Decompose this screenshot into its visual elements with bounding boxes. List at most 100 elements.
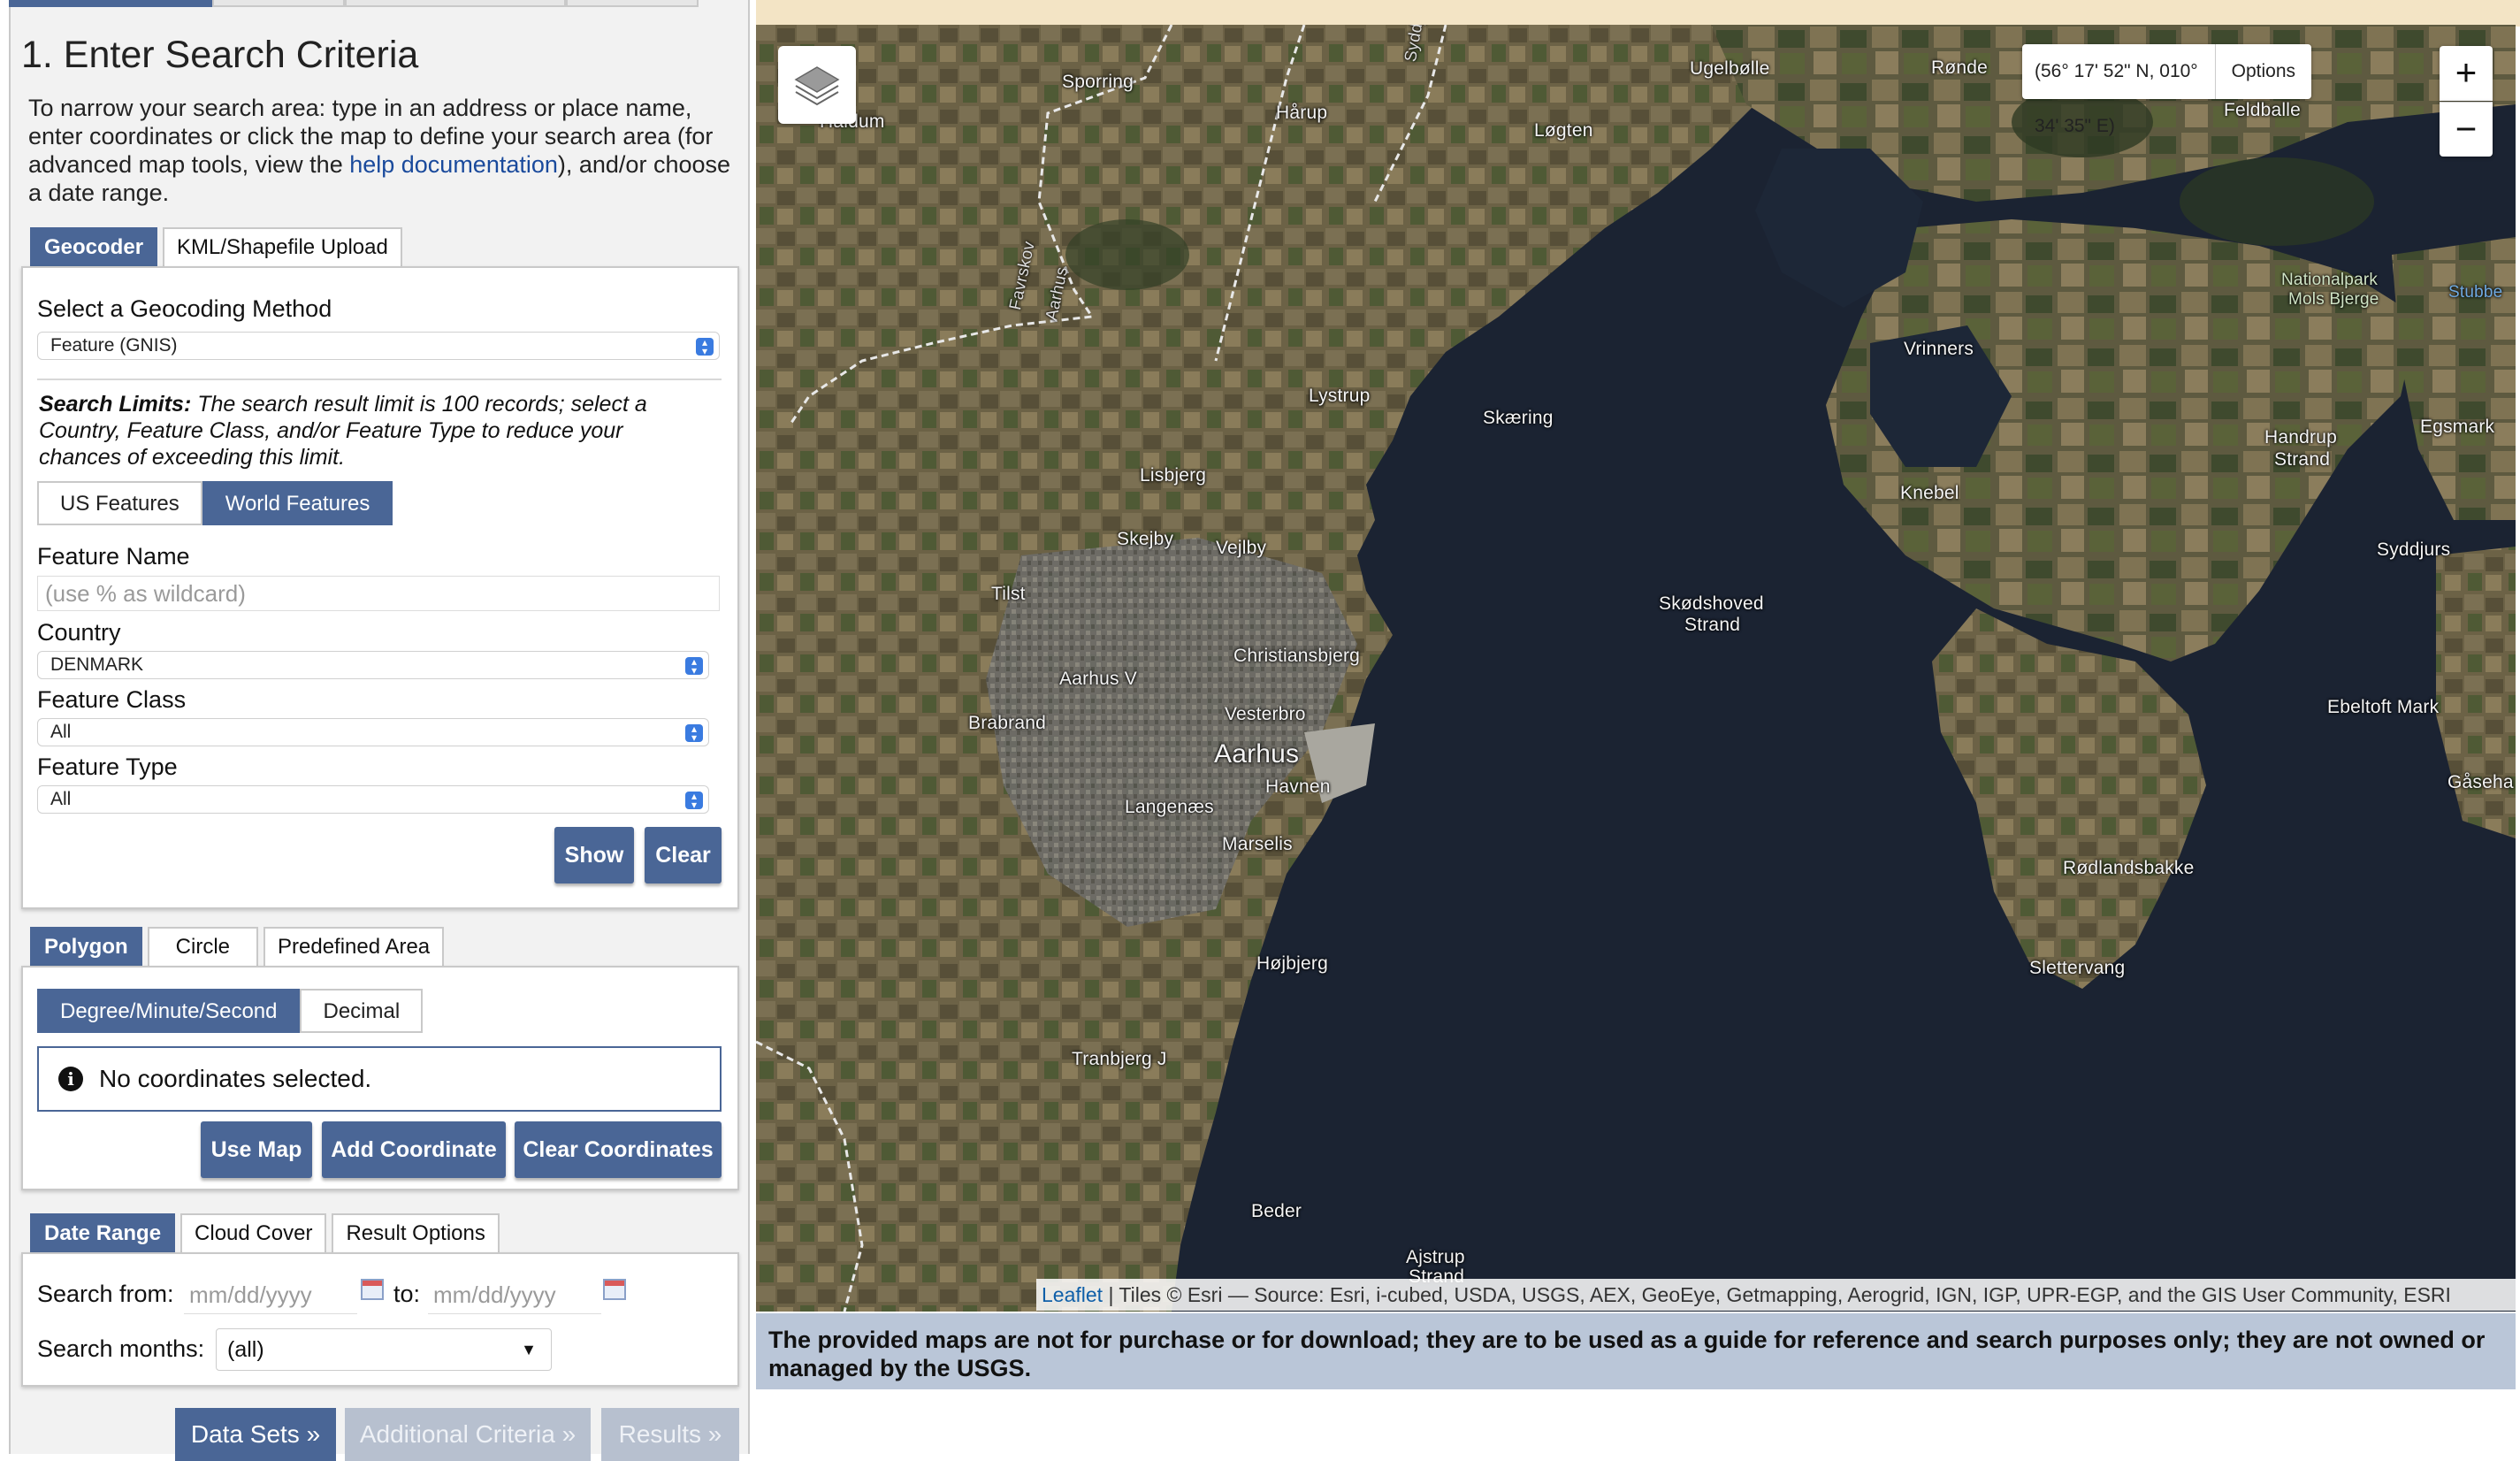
feature-class-select[interactable]: All ▴ ▾ <box>37 718 709 746</box>
geocoder-tabs: Geocoder KML/Shapefile Upload <box>30 227 402 266</box>
calendar-icon[interactable] <box>603 1279 626 1300</box>
tab-kml-shapefile-upload[interactable]: KML/Shapefile Upload <box>163 227 402 266</box>
geocoding-method-value: Feature (GNIS) <box>50 335 178 356</box>
clear-button[interactable]: Clear <box>645 827 722 883</box>
map-label: Vrinners <box>1904 339 1974 359</box>
tab-result-options[interactable]: Result Options <box>332 1213 500 1252</box>
map-label: Nationalpark <box>2281 271 2379 289</box>
clear-coordinates-button[interactable]: Clear Coordinates <box>515 1121 722 1178</box>
map-label: Brabrand <box>968 713 1046 733</box>
map-label: Stubbe <box>2448 283 2503 302</box>
tab-polygon[interactable]: Polygon <box>30 927 142 966</box>
search-months-select[interactable]: (all) ▼ <box>216 1328 552 1371</box>
feature-scope-toggle: US Features World Features <box>37 481 393 525</box>
zoom-out-button[interactable]: − <box>2440 102 2493 157</box>
tab-circle[interactable]: Circle <box>147 927 259 966</box>
map-label: Sporring <box>1062 72 1134 92</box>
map-view[interactable]: Sporring Syddjurs Ugelbølle Rønde Haldum… <box>756 25 2516 1312</box>
tab-cloud-cover[interactable]: Cloud Cover <box>180 1213 327 1252</box>
date-from-input[interactable]: mm/dd/yyyy <box>184 1275 357 1314</box>
map-label: Hårup <box>1276 103 1328 123</box>
date-to-input[interactable]: mm/dd/yyyy <box>428 1275 601 1314</box>
search-from-label: Search from: <box>37 1281 174 1307</box>
geocoding-method-label: Select a Geocoding Method <box>37 295 332 322</box>
layers-icon <box>794 66 840 106</box>
top-tab-strip <box>9 0 750 7</box>
tab-geocoder[interactable]: Geocoder <box>30 227 158 266</box>
attribution-text: | Tiles © Esri — Source: Esri, i-cubed, … <box>1103 1283 2451 1306</box>
map-label: Havnen <box>1265 776 1331 797</box>
map-label: Knebel <box>1900 483 1959 503</box>
search-limits-note: Search Limits: The search result limit i… <box>39 391 711 470</box>
coordinate-readout: (56° 17' 52" N, 010° 34' 35" E) <box>2022 44 2216 136</box>
degree-minute-second-button[interactable]: Degree/Minute/Second <box>37 989 301 1033</box>
to-label: to: <box>393 1281 421 1307</box>
map-label: Skejby <box>1117 529 1174 549</box>
map-label: Tilst <box>991 584 1026 604</box>
map-label: Feldballe <box>2224 100 2302 120</box>
select-arrows-icon: ▴ ▾ <box>685 723 703 743</box>
geocoding-method-select[interactable]: Feature (GNIS) ▴ ▾ <box>37 332 720 360</box>
map-label: Lystrup <box>1309 386 1371 406</box>
map-label: Slettervang <box>2029 958 2126 978</box>
map-label: Lisbjerg <box>1140 465 1207 486</box>
results-button[interactable]: Results » <box>601 1408 739 1461</box>
country-label: Country <box>37 619 121 646</box>
map-label: Syddjurs <box>2377 539 2451 560</box>
map-label: Christiansbjerg <box>1233 646 1361 666</box>
feature-class-value: All <box>50 722 72 742</box>
map-label: Vesterbro <box>1225 704 1306 724</box>
leaflet-link[interactable]: Leaflet <box>1042 1283 1103 1306</box>
tab-date-range[interactable]: Date Range <box>30 1213 176 1252</box>
search-months-label: Search months: <box>37 1335 205 1362</box>
calendar-icon[interactable] <box>361 1279 384 1300</box>
data-sets-button[interactable]: Data Sets » <box>175 1408 336 1461</box>
feature-type-label: Feature Type <box>37 753 178 780</box>
map-label: Gåseha <box>2447 772 2514 792</box>
top-tab-active[interactable] <box>9 0 212 7</box>
country-select[interactable]: DENMARK ▴ ▾ <box>37 651 709 679</box>
top-tab[interactable] <box>212 0 345 7</box>
map-label: Handrup <box>2264 427 2337 447</box>
top-tab[interactable] <box>566 0 699 7</box>
country-value: DENMARK <box>50 654 144 675</box>
intro-text: To narrow your search area: type in an a… <box>28 94 736 207</box>
map-attribution: Leaflet | Tiles © Esri — Source: Esri, i… <box>1036 1279 2516 1311</box>
layers-button[interactable] <box>778 46 856 124</box>
date-tabs: Date Range Cloud Cover Result Options <box>30 1213 500 1252</box>
decimal-button[interactable]: Decimal <box>300 989 424 1033</box>
feature-name-input[interactable]: (use % as wildcard) <box>37 576 720 611</box>
map-label: Strand <box>1684 615 1741 635</box>
add-coordinate-button[interactable]: Add Coordinate <box>322 1121 506 1178</box>
options-button[interactable]: Options <box>2216 44 2311 99</box>
map-label: Rønde <box>1931 57 1989 78</box>
use-map-button[interactable]: Use Map <box>201 1121 312 1178</box>
area-tabs: Polygon Circle Predefined Area <box>30 927 445 966</box>
map-label: Tranbjerg J <box>1072 1049 1167 1069</box>
info-icon: i <box>58 1067 83 1091</box>
map-label: Beder <box>1251 1201 1302 1221</box>
coordinate-readout-box: (56° 17' 52" N, 010° 34' 35" E) Options <box>2022 44 2311 136</box>
divider <box>37 379 722 380</box>
no-coordinates-text: No coordinates selected. <box>99 1065 372 1092</box>
tab-predefined-area[interactable]: Predefined Area <box>263 927 445 966</box>
map-label: Skæring <box>1483 408 1554 428</box>
feature-type-select[interactable]: All ▴ ▾ <box>37 785 709 814</box>
map-label: Mols Bjerge <box>2288 290 2379 309</box>
world-features-button[interactable]: World Features <box>202 481 393 525</box>
map-label: Strand <box>2274 449 2331 470</box>
show-button[interactable]: Show <box>554 827 634 883</box>
us-features-button[interactable]: US Features <box>37 481 202 525</box>
map-label: Ugelbølle <box>1690 58 1770 79</box>
no-coordinates-message: i No coordinates selected. <box>37 1046 722 1112</box>
search-months-value: (all) <box>227 1337 264 1362</box>
zoom-in-button[interactable]: + <box>2440 46 2493 101</box>
map-label: Aarhus V <box>1059 669 1137 689</box>
help-documentation-link[interactable]: help documentation <box>349 151 558 178</box>
map-label: Marselis <box>1222 834 1293 854</box>
search-criteria-summary-bar <box>756 0 2520 27</box>
select-arrows-icon: ▴ ▾ <box>685 656 703 676</box>
map-label: Ebeltoft Mark <box>2327 697 2440 717</box>
additional-criteria-button[interactable]: Additional Criteria » <box>345 1408 591 1461</box>
top-tab[interactable] <box>345 0 566 7</box>
